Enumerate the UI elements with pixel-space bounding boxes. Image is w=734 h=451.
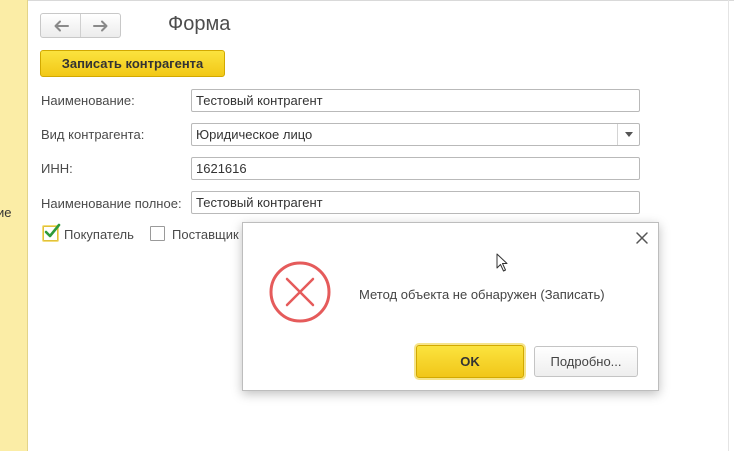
top-divider bbox=[28, 0, 734, 1]
buyer-label[interactable]: Покупатель bbox=[64, 227, 134, 242]
inn-field[interactable]: 1621616 bbox=[191, 157, 640, 180]
left-side-panel: ие bbox=[0, 0, 28, 451]
details-button[interactable]: Подробно... bbox=[534, 346, 638, 377]
full-name-label: Наименование полное: bbox=[41, 196, 182, 211]
supplier-label[interactable]: Поставщик bbox=[172, 227, 239, 242]
arrow-left-icon bbox=[54, 20, 69, 31]
page-title: Форма bbox=[168, 13, 231, 35]
name-field[interactable]: Тестовый контрагент bbox=[191, 89, 640, 112]
chevron-down-icon bbox=[624, 132, 633, 137]
checkmark-icon bbox=[44, 223, 61, 238]
ok-button[interactable]: OK bbox=[416, 345, 524, 378]
full-name-field[interactable]: Тестовый контрагент bbox=[191, 191, 640, 214]
dialog-message: Метод объекта не обнаружен (Записать) bbox=[359, 287, 605, 302]
close-icon[interactable] bbox=[635, 231, 649, 245]
type-select-value: Юридическое лицо bbox=[196, 127, 313, 142]
supplier-checkbox[interactable] bbox=[150, 226, 165, 241]
right-divider bbox=[728, 0, 729, 451]
inn-label: ИНН: bbox=[41, 161, 73, 176]
back-button[interactable] bbox=[41, 14, 80, 37]
name-label: Наименование: bbox=[41, 93, 135, 108]
error-x-icon bbox=[269, 261, 331, 323]
dropdown-button[interactable] bbox=[617, 124, 639, 145]
navigation-buttons bbox=[40, 13, 121, 38]
error-dialog: Метод объекта не обнаружен (Записать) OK… bbox=[242, 222, 659, 391]
arrow-right-icon bbox=[92, 20, 107, 31]
save-counterparty-button[interactable]: Записать контрагента bbox=[40, 50, 225, 77]
mouse-cursor-icon bbox=[496, 253, 508, 272]
buyer-checkbox[interactable] bbox=[43, 223, 61, 241]
side-panel-text: ие bbox=[0, 205, 12, 220]
forward-button[interactable] bbox=[80, 14, 120, 37]
type-select[interactable]: Юридическое лицо bbox=[191, 123, 640, 146]
type-label: Вид контрагента: bbox=[41, 127, 145, 142]
